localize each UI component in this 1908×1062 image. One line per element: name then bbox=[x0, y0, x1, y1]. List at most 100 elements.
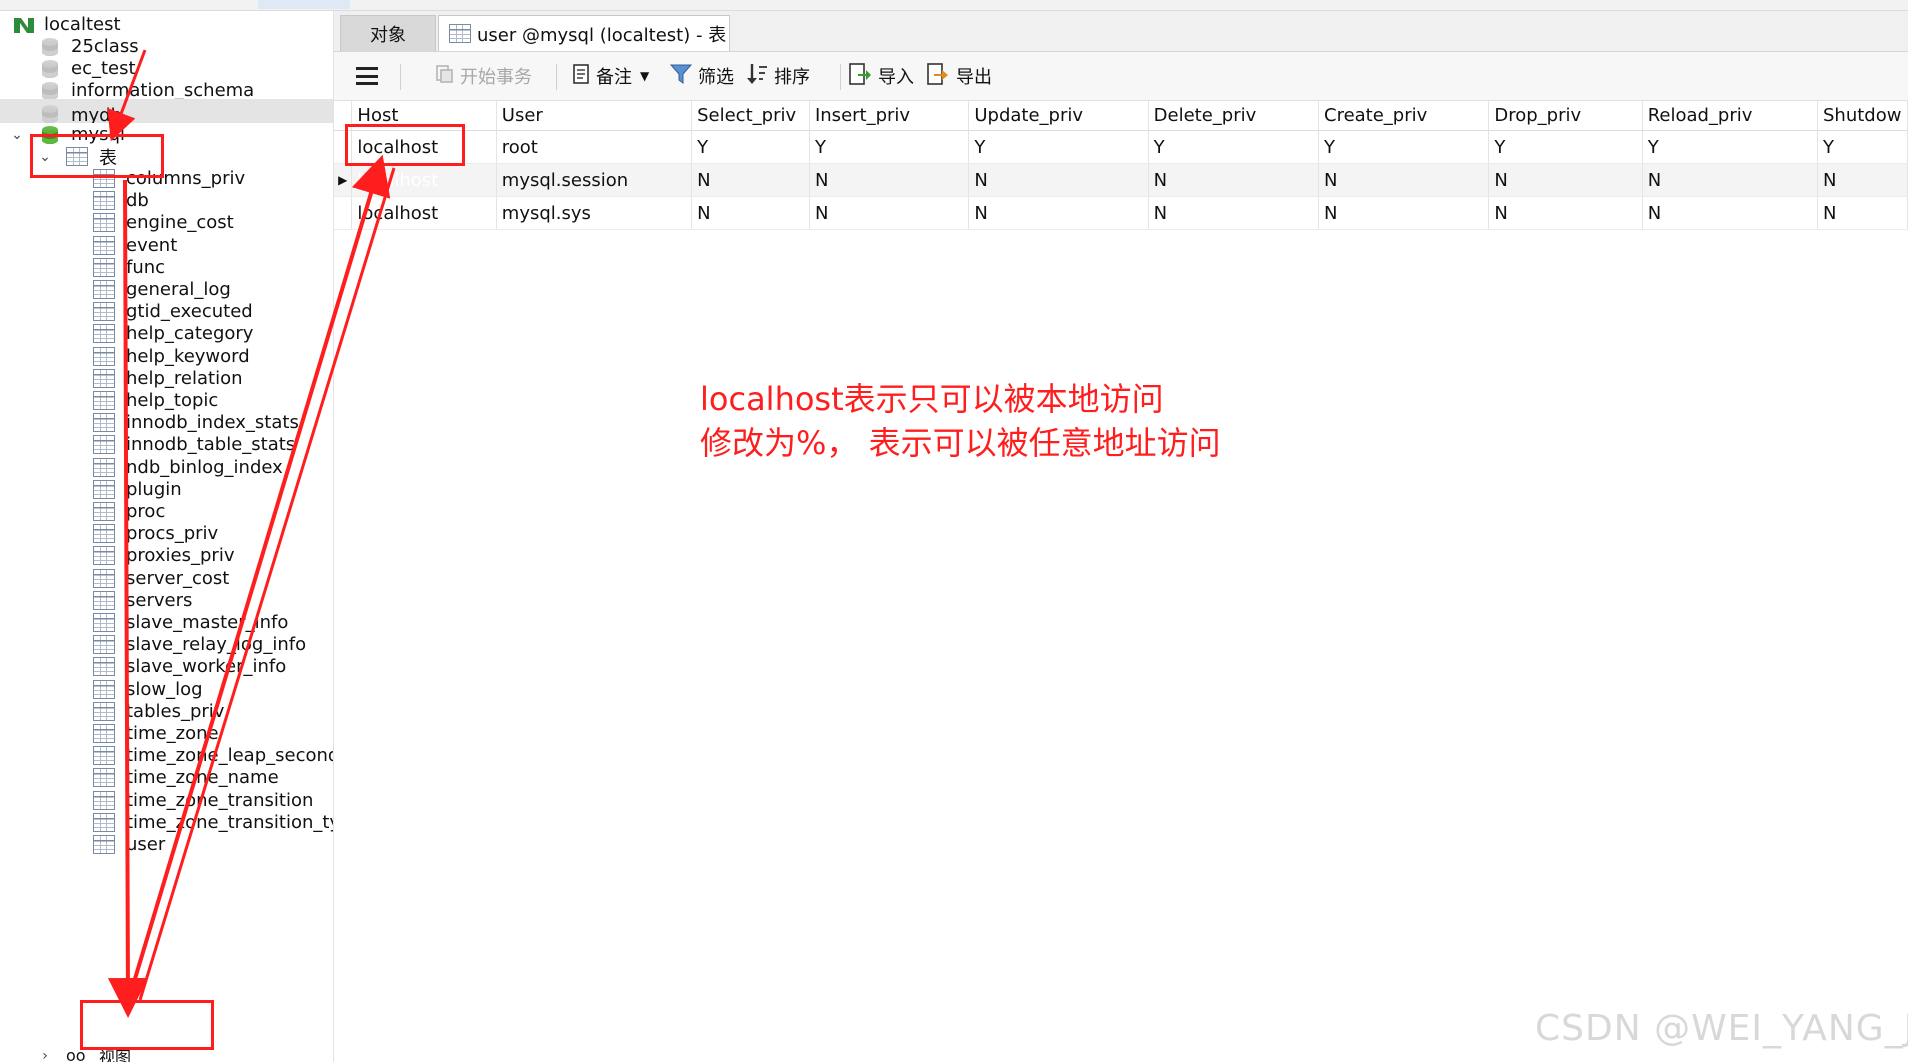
table-icon bbox=[93, 191, 115, 211]
column-header[interactable]: Drop_priv bbox=[1488, 101, 1643, 131]
tree-table-user[interactable]: user bbox=[0, 831, 333, 858]
grid-cell[interactable]: N bbox=[691, 196, 810, 230]
export-icon bbox=[926, 62, 950, 91]
grid-cell[interactable]: Y bbox=[809, 130, 970, 164]
grid-cell[interactable]: N bbox=[968, 196, 1149, 230]
table-icon bbox=[449, 24, 471, 43]
toolbar-label: 开始事务 bbox=[460, 67, 532, 88]
table-label: help_keyword bbox=[126, 345, 250, 367]
toolbar-separator bbox=[400, 64, 401, 90]
toolbar-label: 导出 bbox=[956, 67, 992, 88]
database-icon bbox=[42, 59, 58, 78]
table-row[interactable]: ▶ localhost mysql.session N N N N N N N … bbox=[334, 163, 1908, 197]
tab-user-table[interactable]: user @mysql (localtest) - 表 bbox=[438, 15, 730, 51]
highlight-box-host bbox=[345, 124, 465, 166]
grid-cell[interactable]: N bbox=[968, 163, 1149, 197]
table-label: procs_priv bbox=[126, 523, 219, 545]
database-icon bbox=[42, 37, 58, 56]
data-grid[interactable]: Host User Select_priv Insert_priv Update… bbox=[334, 101, 1908, 1061]
grid-cell[interactable]: N bbox=[1148, 196, 1320, 230]
grid-cell[interactable]: N bbox=[691, 163, 810, 197]
grid-cell[interactable]: Y bbox=[1148, 130, 1320, 164]
table-icon bbox=[93, 790, 115, 810]
current-row-indicator-icon[interactable]: ▶ bbox=[334, 163, 353, 197]
grid-cell[interactable]: N bbox=[1148, 163, 1320, 197]
column-header[interactable]: Delete_priv bbox=[1148, 101, 1320, 131]
table-label: engine_cost bbox=[126, 212, 234, 234]
column-header[interactable]: Shutdow bbox=[1817, 101, 1908, 131]
filter-button[interactable]: 筛选 bbox=[669, 62, 734, 90]
table-label: time_zone_leap_second bbox=[126, 745, 334, 767]
table-row[interactable]: localhost root Y Y Y Y Y Y Y Y bbox=[334, 130, 1908, 164]
grid-cell[interactable]: Y bbox=[1817, 130, 1908, 164]
grid-cell[interactable]: localhost bbox=[351, 196, 497, 230]
grid-cell[interactable]: Y bbox=[1318, 130, 1490, 164]
grid-cell[interactable]: N bbox=[1817, 196, 1908, 230]
sort-icon bbox=[746, 62, 768, 91]
table-icon bbox=[93, 568, 115, 588]
begin-transaction-button[interactable]: 开始事务 bbox=[434, 62, 532, 90]
menu-button[interactable] bbox=[356, 62, 378, 90]
grid-toolbar: 开始事务 备注 ▼ 筛选 排序 导入 导出 bbox=[334, 52, 1908, 101]
table-icon bbox=[93, 835, 115, 854]
table-label: help_topic bbox=[126, 390, 219, 411]
sort-button[interactable]: 排序 bbox=[746, 62, 810, 90]
column-header[interactable]: Insert_priv bbox=[809, 101, 970, 131]
grid-cell[interactable]: Y bbox=[1642, 130, 1819, 164]
row-indicator[interactable] bbox=[334, 196, 353, 230]
grid-cell[interactable]: Y bbox=[968, 130, 1149, 164]
import-button[interactable]: 导入 bbox=[848, 62, 914, 90]
column-header[interactable]: Reload_priv bbox=[1642, 101, 1819, 131]
column-header[interactable]: Create_priv bbox=[1318, 101, 1490, 131]
table-icon bbox=[93, 302, 115, 322]
table-label: time_zone bbox=[126, 723, 219, 744]
table-icon bbox=[93, 613, 115, 632]
grid-cell[interactable]: N bbox=[809, 163, 970, 197]
grid-cell-selected[interactable]: localhost bbox=[351, 163, 497, 197]
table-icon bbox=[93, 657, 115, 677]
grid-cell[interactable]: N bbox=[1488, 196, 1643, 230]
grid-cell[interactable]: N bbox=[1642, 196, 1819, 230]
table-label: db bbox=[126, 190, 149, 212]
grid-cell[interactable]: N bbox=[1817, 163, 1908, 197]
import-icon bbox=[848, 62, 872, 91]
table-icon bbox=[93, 457, 115, 477]
grid-cell[interactable]: Y bbox=[1488, 130, 1643, 164]
filter-icon bbox=[669, 63, 693, 90]
column-header[interactable]: User bbox=[496, 101, 693, 131]
annotation-line-1: localhost表示只可以被本地访问 bbox=[700, 380, 1164, 418]
grid-cell[interactable]: N bbox=[1488, 163, 1643, 197]
column-header[interactable]: Select_priv bbox=[691, 101, 810, 131]
grid-cell[interactable]: Y bbox=[691, 130, 810, 164]
grid-header-row: Host User Select_priv Insert_priv Update… bbox=[334, 101, 1908, 131]
table-label: innodb_table_stats bbox=[126, 434, 296, 456]
table-icon bbox=[93, 524, 115, 544]
grid-cell[interactable]: N bbox=[1318, 196, 1490, 230]
tree-db-mydb[interactable]: mydb bbox=[0, 99, 333, 123]
table-icon bbox=[93, 413, 115, 433]
chevron-down-icon[interactable]: ⌄ bbox=[10, 127, 24, 143]
grid-cell[interactable]: mysql.sys bbox=[496, 196, 693, 230]
connection-icon bbox=[14, 17, 34, 33]
table-label: proc bbox=[126, 501, 166, 522]
grid-cell[interactable]: root bbox=[496, 130, 693, 164]
tab-objects[interactable]: 对象 bbox=[340, 15, 436, 51]
dropdown-arrow-icon[interactable]: ▼ bbox=[640, 69, 649, 83]
grid-cell[interactable]: N bbox=[1318, 163, 1490, 197]
table-label: plugin bbox=[126, 478, 182, 500]
column-header[interactable]: Update_priv bbox=[968, 101, 1149, 131]
grid-cell[interactable]: N bbox=[1642, 163, 1819, 197]
grid-cell[interactable]: N bbox=[809, 196, 970, 230]
export-button[interactable]: 导出 bbox=[926, 62, 992, 90]
memo-button[interactable]: 备注 ▼ bbox=[572, 62, 649, 90]
table-row[interactable]: localhost mysql.sys N N N N N N N N bbox=[334, 196, 1908, 230]
chevron-right-icon[interactable]: › bbox=[38, 1048, 52, 1062]
table-label: time_zone_transition bbox=[126, 789, 314, 811]
toolbar-label: 备注 bbox=[596, 67, 632, 88]
window-top-strip bbox=[0, 0, 1908, 11]
table-icon bbox=[93, 346, 115, 366]
table-icon bbox=[93, 391, 115, 410]
connection-name: localtest bbox=[44, 14, 121, 35]
table-icon bbox=[93, 812, 115, 832]
grid-cell[interactable]: mysql.session bbox=[496, 163, 693, 197]
